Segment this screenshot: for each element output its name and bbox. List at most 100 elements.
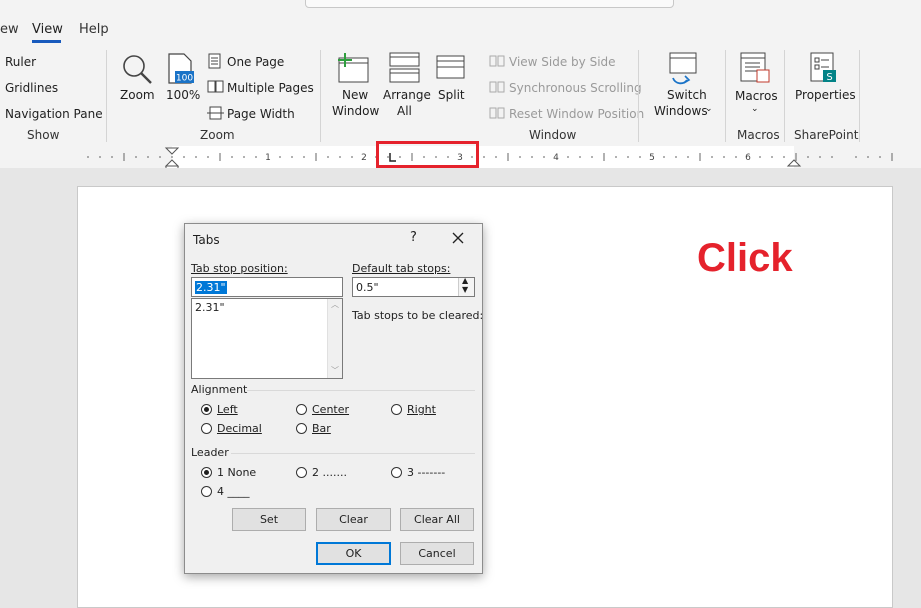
tab-stop-list[interactable]: 2.31" ︿ ﹀ [191,298,343,379]
tabs-dialog: Tabs ? Tab stop position: 2.31" 2.31" ︿ … [184,223,483,574]
view-side-by-side-button[interactable]: View Side by Side [509,55,616,69]
new-window-icon [338,53,369,83]
new-window-label-1[interactable]: New [342,88,368,102]
leader-dashes-radio[interactable] [391,467,402,478]
group-divider [320,50,321,142]
align-bar-label[interactable]: Bar [312,422,331,435]
multiple-pages-icon [207,80,224,93]
one-page-button[interactable]: One Page [227,55,284,69]
leader-underline-radio[interactable] [201,486,212,497]
align-bar-radio[interactable] [296,423,307,434]
leader-underline-label[interactable]: 4 ____ [217,485,250,498]
default-tab-stops-input[interactable]: 0.5" ▲ ▼ [352,276,475,297]
page-width-icon [207,106,224,120]
chevron-down-icon[interactable]: ⌄ [705,104,713,114]
svg-text:S: S [826,72,832,83]
ruler-number: 6 [745,153,751,163]
leader-dots-radio[interactable] [296,467,307,478]
leader-none-radio[interactable] [201,467,212,478]
close-icon[interactable] [452,232,464,244]
ruler-number: 4 [553,153,559,163]
align-left-label[interactable]: Left [217,403,238,416]
click-annotation: Click [697,236,793,280]
ruler-checkbox[interactable]: Ruler [5,55,36,69]
clear-all-button[interactable]: Clear All [400,508,474,531]
one-page-icon [208,53,221,69]
arrange-all-label-1[interactable]: Arrange [383,88,431,102]
title-search-box[interactable] [305,0,674,8]
align-center-label[interactable]: Center [312,403,349,416]
align-decimal-radio[interactable] [201,423,212,434]
help-icon[interactable]: ? [410,230,417,245]
hundred-icon-text: 100 [176,74,193,84]
clear-button[interactable]: Clear [316,508,391,531]
ok-button[interactable]: OK [316,542,391,565]
zoom-button[interactable]: Zoom [120,88,155,102]
set-button[interactable]: Set [232,508,306,531]
ruler-number: 2 [361,153,367,163]
arrange-all-icon [389,52,420,83]
list-scrollbar[interactable]: ︿ ﹀ [327,299,342,378]
scroll-up-icon[interactable]: ︿ [331,299,339,310]
tab-help[interactable]: Help [79,22,109,37]
properties-icon: S [810,52,836,83]
macros-icon [740,52,770,83]
reset-window-position-icon [489,107,505,119]
multiple-pages-button[interactable]: Multiple Pages [227,81,314,95]
tab-stop-position-label: Tab stop position: [191,262,288,275]
properties-button[interactable]: Properties [795,88,856,102]
sharepoint-group-label: SharePoint [794,128,859,142]
page-width-button[interactable]: Page Width [227,107,295,121]
switch-windows-icon [669,52,697,85]
alignment-label: Alignment [191,383,248,396]
switch-windows-label-2[interactable]: Windows [654,104,708,118]
group-divider [859,50,860,142]
group-divider [725,50,726,142]
split-button[interactable]: Split [438,88,465,102]
tab-review[interactable]: ew [0,22,19,37]
spinner[interactable]: ▲ ▼ [458,276,474,296]
window-group-label: Window [529,128,577,142]
active-tab-indicator [32,40,61,43]
cancel-button[interactable]: Cancel [400,542,474,565]
hundred-percent-button[interactable]: 100% [166,88,200,102]
leader-dots-label[interactable]: 2 ....... [312,466,347,479]
scroll-down-icon[interactable]: ﹀ [331,365,339,376]
switch-windows-label-1[interactable]: Switch [667,88,707,102]
zoom-icon [123,55,152,84]
tab-stops-to-be-cleared-label: Tab stops to be cleared: [352,309,484,322]
new-window-label-2[interactable]: Window [332,104,379,118]
synchronous-scrolling-icon [489,81,505,93]
show-group-label: Show [27,128,60,142]
zoom-group-label: Zoom [200,128,235,142]
ribbon-tab-bar: ew View Help [0,0,921,46]
alignment-divider [247,390,475,391]
align-right-radio[interactable] [391,404,402,415]
align-center-radio[interactable] [296,404,307,415]
navigation-pane-checkbox[interactable]: Navigation Pane [5,107,103,121]
tab-stop-position-input[interactable]: 2.31" [191,277,343,297]
group-divider [784,50,785,142]
left-indent-marker [165,165,179,168]
align-left-radio[interactable] [201,404,212,415]
arrange-all-label-2[interactable]: All [397,104,412,118]
spin-down-icon[interactable]: ▼ [462,285,468,294]
leader-dashes-label[interactable]: 3 ------- [407,466,445,479]
tab-stop-list-item[interactable]: 2.31" [195,301,225,314]
align-right-label[interactable]: Right [407,403,436,416]
synchronous-scrolling-button[interactable]: Synchronous Scrolling [509,81,642,95]
group-divider [106,50,107,142]
spin-up-icon[interactable]: ▲ [462,276,468,285]
macros-button[interactable]: Macros [735,89,778,103]
ruler-number: 5 [649,153,655,163]
align-decimal-label[interactable]: Decimal [217,422,262,435]
gridlines-checkbox[interactable]: Gridlines [5,81,58,95]
tab-view[interactable]: View [32,22,63,37]
group-divider [638,50,639,142]
reset-window-position-button[interactable]: Reset Window Position [509,107,644,121]
leader-label: Leader [191,446,229,459]
ruler-number: 1 [265,153,271,163]
chevron-down-icon[interactable]: ⌄ [751,104,759,114]
default-tab-stops-label: Default tab stops: [352,262,451,275]
leader-none-label[interactable]: 1 None [217,466,256,479]
